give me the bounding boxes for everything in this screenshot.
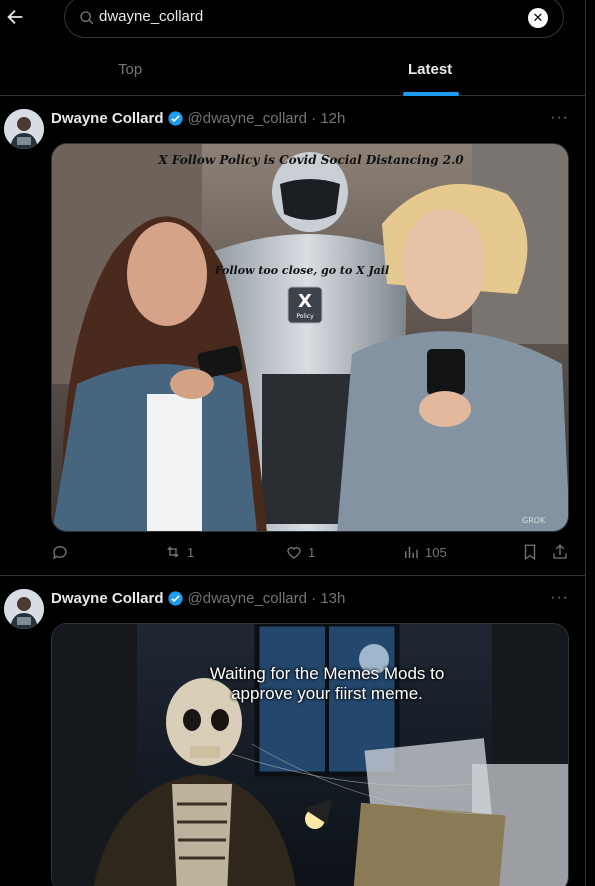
repost-count: 1 (187, 544, 195, 560)
active-tab-indicator (403, 92, 459, 96)
post-image[interactable]: X Policy X Follow Policy is Covid Social… (51, 143, 569, 532)
meme-image-x-policy: X Policy X Follow Policy is Covid Social… (52, 144, 568, 531)
tab-latest[interactable]: Latest (408, 61, 452, 78)
search-header: dwayne_collard ✕ Top Latest (0, 0, 585, 96)
more-options-icon[interactable]: ··· (550, 109, 569, 127)
reply-icon (52, 546, 67, 560)
post-actions: 1 1 105 (51, 543, 569, 565)
reply-button[interactable] (51, 543, 74, 561)
watermark: GROK (522, 516, 546, 525)
bookmark-button[interactable] (521, 543, 539, 561)
post-header: Dwayne Collard @dwayne_collard · 13h (51, 590, 345, 607)
post-time[interactable]: 12h (320, 110, 345, 127)
back-arrow-icon[interactable] (4, 6, 26, 28)
post[interactable]: Dwayne Collard @dwayne_collard · 12h ··· (0, 97, 585, 576)
verified-badge-icon (167, 111, 183, 126)
views-count: 105 (425, 544, 447, 560)
search-icon (80, 11, 94, 25)
meme-image-skeleton: Waiting for the Memes Mods to approve yo… (52, 624, 568, 886)
image-caption-top: X Follow Policy is Covid Social Distanci… (157, 153, 464, 167)
like-button[interactable]: 1 (285, 543, 315, 561)
share-button[interactable] (551, 543, 569, 561)
post[interactable]: Dwayne Collard @dwayne_collard · 13h ··· (0, 577, 585, 886)
tab-top[interactable]: Top (118, 61, 142, 78)
badge-letter: X (298, 291, 312, 312)
post-time[interactable]: 13h (320, 590, 345, 607)
author-name[interactable]: Dwayne Collard (51, 110, 164, 127)
search-query: dwayne_collard (99, 8, 204, 25)
column-divider (585, 0, 586, 886)
author-handle[interactable]: @dwayne_collard (188, 110, 307, 127)
bookmark-icon (524, 544, 536, 561)
views-chart-icon (405, 546, 418, 558)
image-caption-middle: Follow too close, go to X Jail (214, 264, 389, 277)
separator-dot: · (307, 110, 321, 127)
repost-button[interactable]: 1 (164, 543, 194, 561)
separator-dot: · (307, 590, 321, 607)
post-header: Dwayne Collard @dwayne_collard · 12h (51, 110, 345, 127)
heart-icon (287, 547, 301, 559)
verified-badge-icon (167, 591, 183, 606)
more-options-icon[interactable]: ··· (550, 589, 569, 607)
like-count: 1 (308, 544, 316, 560)
clear-search-icon[interactable]: ✕ (528, 8, 548, 28)
author-name[interactable]: Dwayne Collard (51, 590, 164, 607)
repost-icon (167, 546, 179, 558)
badge-text: Policy (296, 313, 314, 320)
post-image[interactable]: Waiting for the Memes Mods to approve yo… (51, 623, 569, 886)
image-caption: Waiting for the Memes Mods to approve yo… (209, 664, 445, 703)
search-input[interactable]: dwayne_collard ✕ (64, 0, 564, 38)
avatar[interactable] (4, 109, 44, 149)
avatar[interactable] (4, 589, 44, 629)
share-icon (553, 544, 567, 559)
views-button[interactable]: 105 (402, 543, 447, 561)
author-handle[interactable]: @dwayne_collard (188, 590, 307, 607)
